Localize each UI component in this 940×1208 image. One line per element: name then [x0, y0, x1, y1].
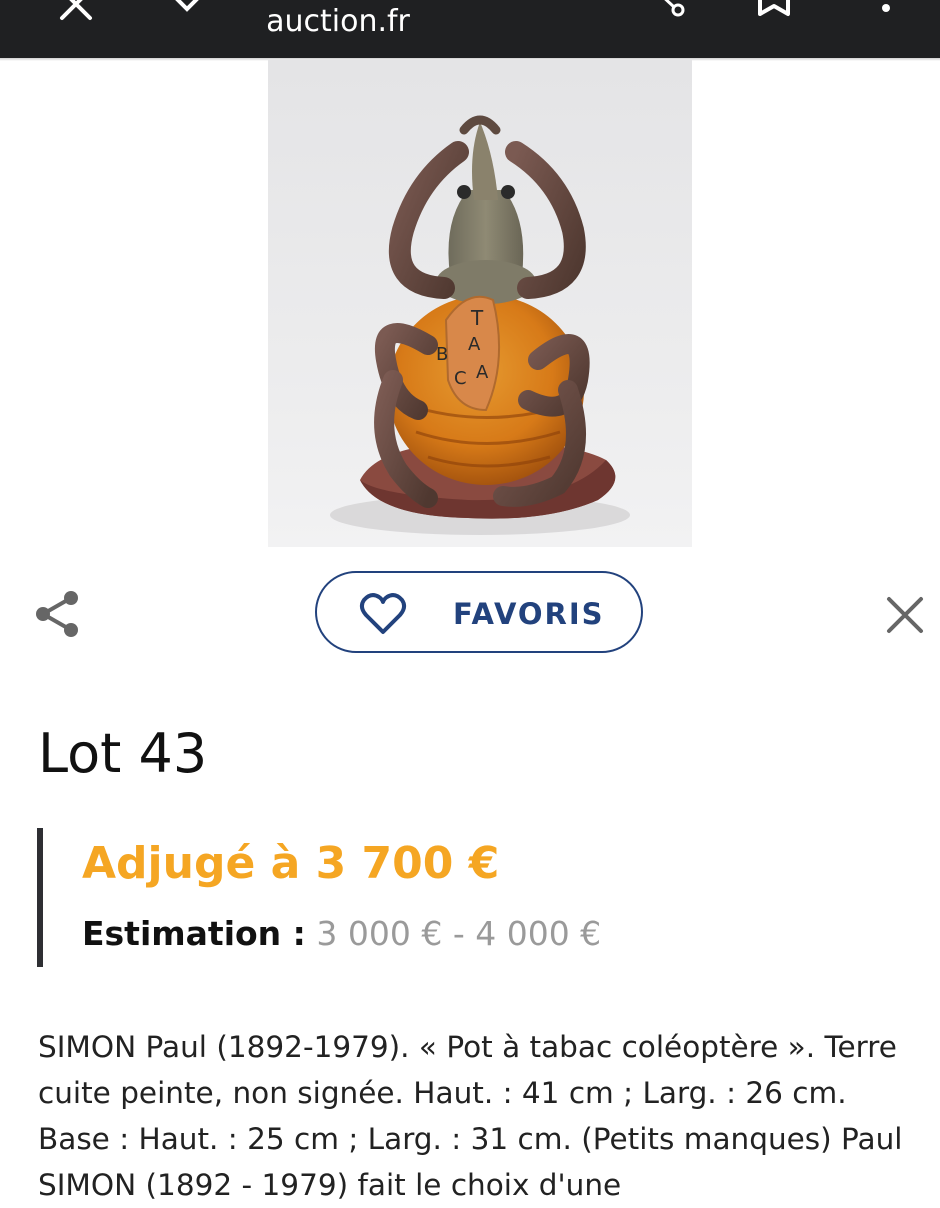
heart-icon — [359, 593, 407, 634]
lot-title: Lot 43 — [38, 722, 208, 785]
svg-text:C: C — [454, 368, 467, 389]
share-button[interactable] — [34, 589, 80, 639]
favorite-button[interactable]: FAVORIS — [315, 571, 643, 653]
svg-text:B: B — [436, 344, 448, 365]
browser-toolbar: auction.fr — [0, 0, 940, 58]
share-icon[interactable] — [656, 0, 692, 20]
lot-photo[interactable]: T A B A C — [268, 60, 692, 547]
favorite-label: FAVORIS — [453, 597, 605, 631]
price-accent-bar — [37, 828, 43, 967]
lot-description: SIMON Paul (1892-1979). « Pot à tabac co… — [38, 1030, 903, 1202]
more-vert-icon[interactable] — [876, 0, 896, 24]
estimate-value: 3 000 € - 4 000 € — [316, 914, 602, 953]
beetle-jar-illustration: T A B A C — [330, 115, 630, 535]
sold-price: Adjugé à 3 700 € — [82, 838, 500, 889]
estimate-line: Estimation : 3 000 € - 4 000 € — [82, 914, 601, 953]
plaque-lettering: T — [470, 306, 484, 330]
close-icon — [887, 597, 923, 633]
estimate-label: Estimation : — [82, 914, 306, 953]
svg-text:A: A — [476, 362, 489, 383]
share-icon — [36, 591, 78, 637]
close-button[interactable] — [885, 595, 925, 635]
svg-text:A: A — [468, 334, 481, 355]
url-text[interactable]: auction.fr — [0, 4, 676, 39]
bookmark-icon[interactable] — [756, 0, 792, 20]
